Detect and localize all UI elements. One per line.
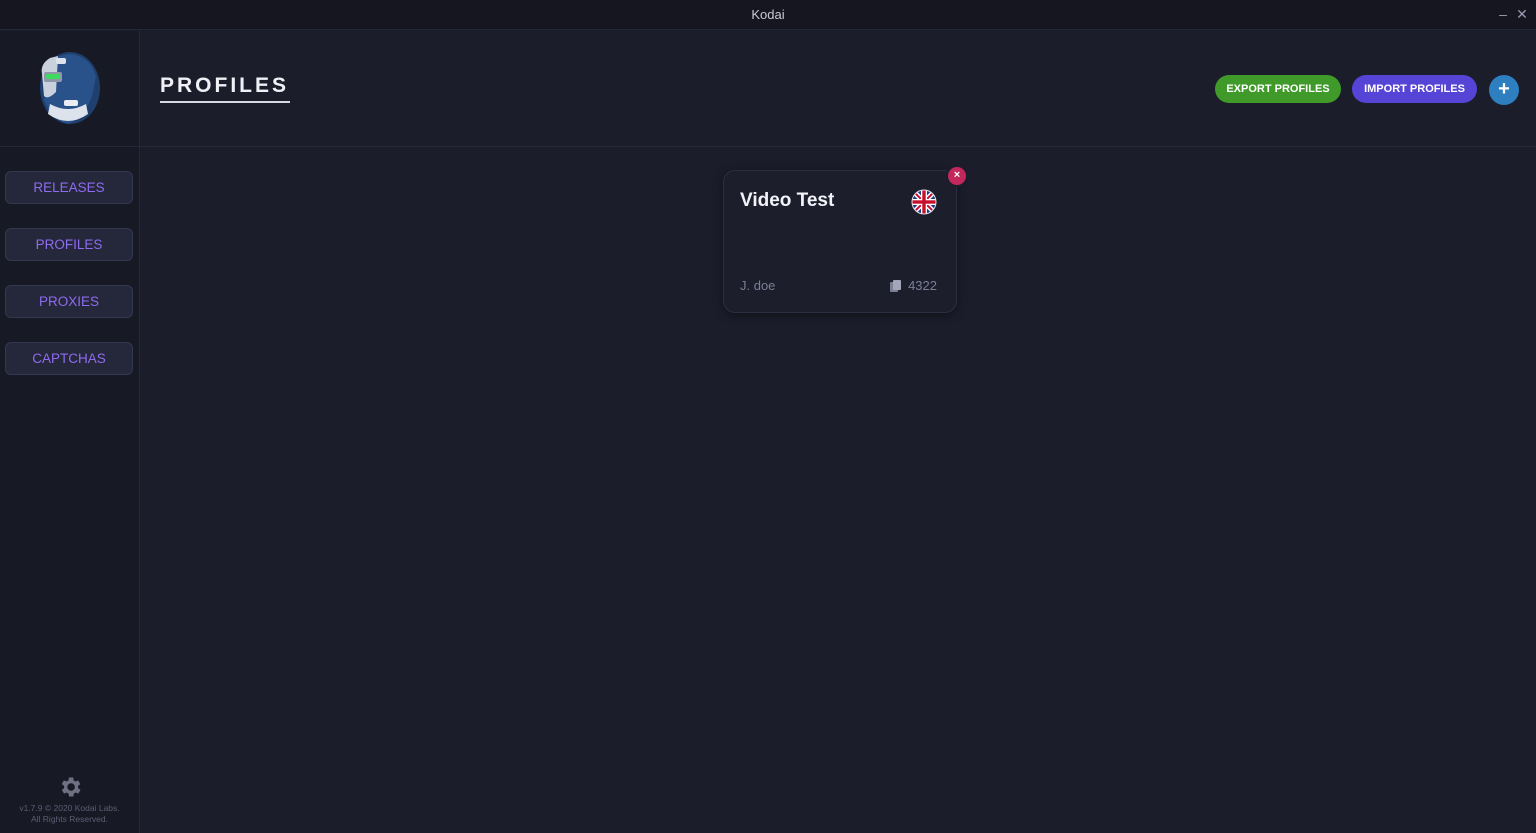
- import-profiles-button[interactable]: IMPORT PROFILES: [1352, 75, 1477, 103]
- copyright-line-2: All Rights Reserved.: [30, 814, 108, 824]
- page-title: PROFILES: [160, 74, 290, 97]
- page-header: PROFILES EXPORT PROFILES IMPORT PROFILES…: [140, 31, 1536, 147]
- copyright-text: v1.7.9 © 2020 Kodai Labs. All Rights Res…: [0, 803, 139, 825]
- add-profile-button[interactable]: +: [1489, 75, 1519, 105]
- profile-holder-name: J. doe: [740, 278, 776, 293]
- uk-flag-icon: [911, 189, 937, 215]
- export-profiles-button[interactable]: EXPORT PROFILES: [1215, 75, 1341, 103]
- delete-profile-button[interactable]: ×: [946, 165, 968, 187]
- minimize-icon[interactable]: –: [1494, 4, 1512, 24]
- profile-name: Video Test: [740, 190, 835, 211]
- window-titlebar: Kodai – ✕: [0, 0, 1536, 30]
- gear-icon[interactable]: [57, 774, 83, 800]
- logo-area: [0, 31, 139, 147]
- sidebar: RELEASES PROFILES PROXIES CAPTCHAS v1.7.…: [0, 31, 140, 833]
- kodai-robot-logo: [40, 52, 100, 124]
- profile-card-last4: 4322: [908, 278, 937, 293]
- sidebar-item-proxies[interactable]: PROXIES: [5, 285, 133, 318]
- close-icon[interactable]: ✕: [1513, 4, 1531, 24]
- sidebar-item-releases[interactable]: RELEASES: [5, 171, 133, 204]
- profile-card[interactable]: Video Test J. doe 4322: [723, 170, 957, 313]
- copy-icon: [890, 280, 901, 292]
- sidebar-item-captchas[interactable]: CAPTCHAS: [5, 342, 133, 375]
- window-title: Kodai: [751, 7, 785, 22]
- page-title-underline: [160, 101, 290, 103]
- sidebar-item-profiles[interactable]: PROFILES: [5, 228, 133, 261]
- copyright-line-1: v1.7.9 © 2020 Kodai Labs.: [19, 803, 120, 813]
